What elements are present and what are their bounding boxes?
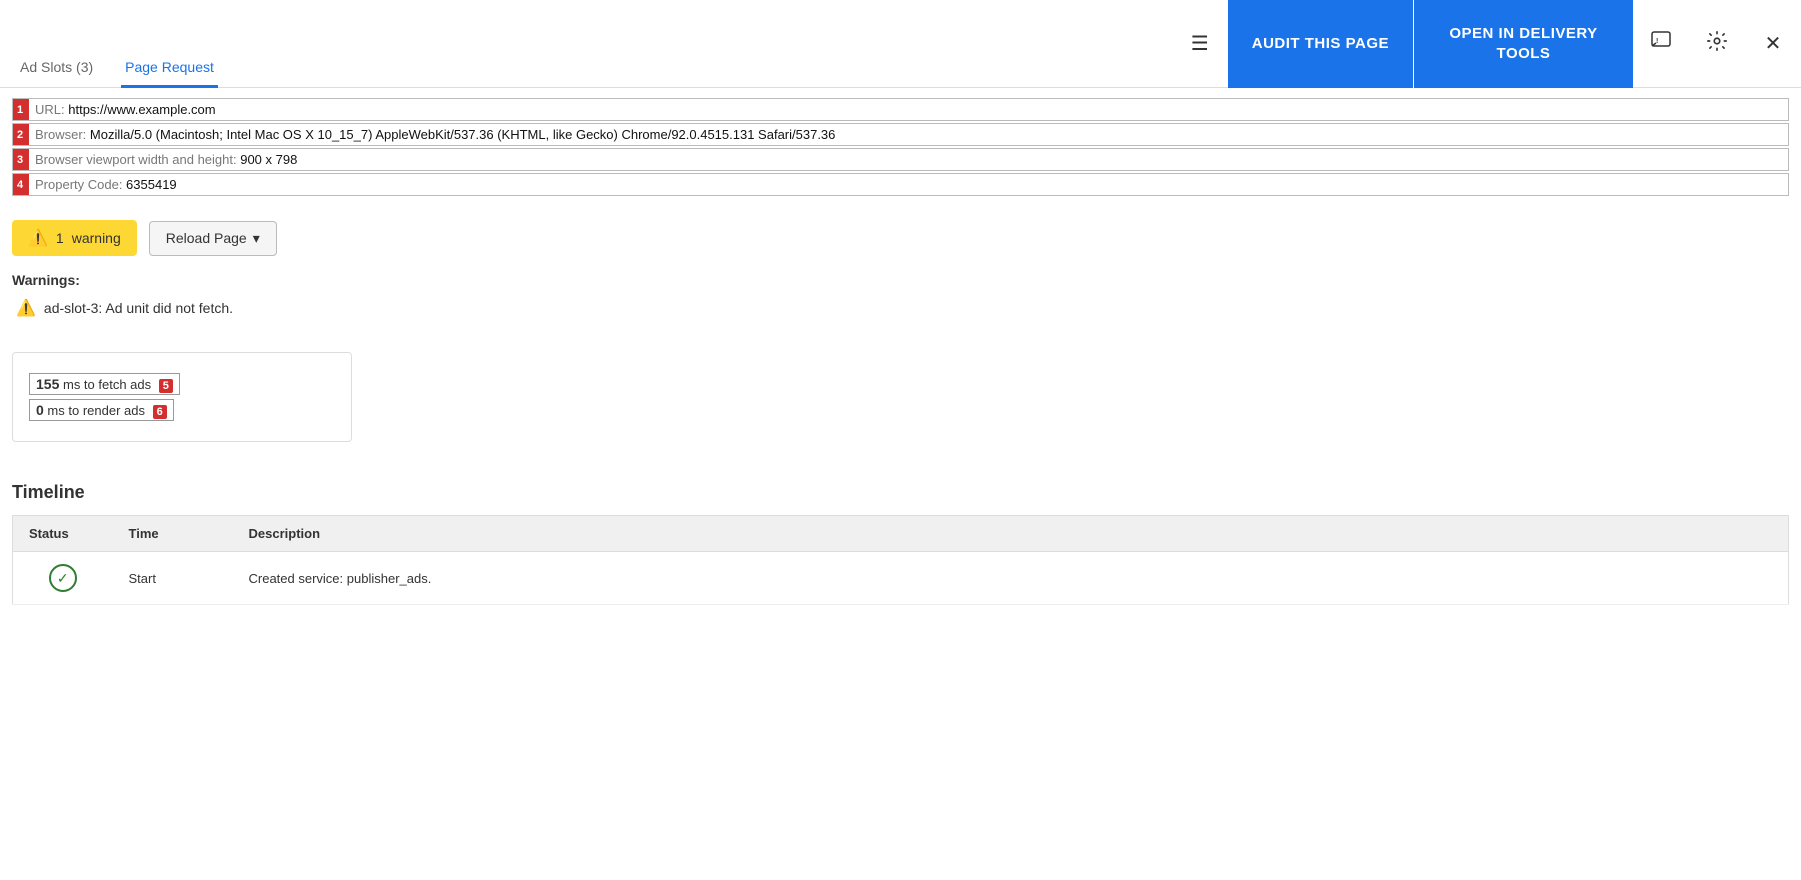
timeline-header-row: Status Time Description: [13, 516, 1789, 552]
warning-badge-icon: ⚠️: [28, 228, 48, 248]
tab-ad-slots[interactable]: Ad Slots (3): [16, 49, 97, 88]
status-bar: ⚠️ 1 warning Reload Page ▾: [12, 220, 1789, 256]
close-button[interactable]: ✕: [1745, 0, 1801, 88]
stat-fetch-label: ms to fetch ads: [63, 377, 151, 392]
success-check-icon: ✓: [49, 564, 77, 592]
warning-item-text: ad-slot-3: Ad unit did not fetch.: [44, 300, 233, 316]
row-number-1: 1: [13, 99, 29, 120]
stats-box: 155 ms to fetch ads 5 0 ms to render ads…: [12, 352, 352, 442]
warning-label: warning: [72, 230, 121, 246]
timeline-title: Timeline: [12, 482, 1789, 503]
settings-button[interactable]: [1689, 0, 1745, 88]
menu-icon-button[interactable]: ☰: [1172, 0, 1228, 88]
info-row-property-code: 4 Property Code: 6355419: [12, 173, 1789, 196]
warning-count: 1: [56, 230, 64, 246]
row-number-3: 3: [13, 149, 29, 170]
row-number-4: 4: [13, 174, 29, 195]
table-row: ✓ Start Created service: publisher_ads.: [13, 552, 1789, 605]
viewport-label: Browser viewport width and height:: [35, 152, 240, 167]
info-row-viewport: 3 Browser viewport width and height: 900…: [12, 148, 1789, 171]
close-icon: ✕: [1765, 31, 1782, 56]
header: Ad Slots (3) Page Request ☰ AUDIT THIS P…: [0, 0, 1801, 88]
hamburger-icon: ☰: [1191, 31, 1209, 56]
tabs-container: Ad Slots (3) Page Request: [0, 0, 234, 87]
svg-text:!: !: [1656, 38, 1658, 45]
warning-badge: ⚠️ 1 warning: [12, 220, 137, 256]
property-code-value: 6355419: [126, 177, 177, 192]
info-row-url: 1 URL: https://www.example.com: [12, 98, 1789, 121]
info-row-browser: 2 Browser: Mozilla/5.0 (Macintosh; Intel…: [12, 123, 1789, 146]
feedback-icon: !: [1650, 30, 1672, 57]
stat-render-inner: 0 ms to render ads 6: [29, 399, 174, 421]
timeline-time-cell: Start: [113, 552, 233, 605]
gear-icon: [1706, 30, 1728, 57]
stat-render-row: 0 ms to render ads 6: [29, 399, 335, 421]
url-label: URL:: [35, 102, 68, 117]
warning-item-icon: ⚠️: [16, 298, 36, 318]
browser-label: Browser:: [35, 127, 90, 142]
content-area: 1 URL: https://www.example.com 2 Browser…: [0, 88, 1801, 613]
warnings-title: Warnings:: [12, 272, 1789, 288]
property-code-label: Property Code:: [35, 177, 126, 192]
col-header-status: Status: [13, 516, 113, 552]
reload-dropdown-icon: ▾: [253, 230, 260, 247]
open-in-delivery-tools-button[interactable]: OPEN IN DELIVERY TOOLS: [1413, 0, 1633, 88]
reload-page-button[interactable]: Reload Page ▾: [149, 221, 277, 256]
stat-render-label: ms to render ads: [47, 403, 145, 418]
reload-page-label: Reload Page: [166, 230, 247, 246]
stat-fetch-ms: 155: [36, 376, 59, 392]
info-rows: 1 URL: https://www.example.com 2 Browser…: [12, 98, 1789, 196]
timeline-description-cell: Created service: publisher_ads.: [233, 552, 1789, 605]
stat-fetch-badge: 5: [159, 379, 173, 393]
row-number-2: 2: [13, 124, 29, 145]
browser-value: Mozilla/5.0 (Macintosh; Intel Mac OS X 1…: [90, 127, 836, 142]
tab-page-request[interactable]: Page Request: [121, 49, 218, 88]
col-header-time: Time: [113, 516, 233, 552]
timeline-table: Status Time Description ✓ Start Created …: [12, 515, 1789, 605]
stat-fetch-inner: 155 ms to fetch ads 5: [29, 373, 180, 395]
timeline-tbody: ✓ Start Created service: publisher_ads.: [13, 552, 1789, 605]
header-actions: ☰ AUDIT THIS PAGE OPEN IN DELIVERY TOOLS…: [1172, 0, 1801, 87]
stat-render-badge: 6: [153, 405, 167, 419]
url-value: https://www.example.com: [68, 102, 215, 117]
warning-item-0: ⚠️ ad-slot-3: Ad unit did not fetch.: [12, 296, 1789, 320]
viewport-value: 900 x 798: [240, 152, 297, 167]
feedback-button[interactable]: !: [1633, 0, 1689, 88]
warnings-section: Warnings: ⚠️ ad-slot-3: Ad unit did not …: [12, 272, 1789, 320]
timeline-status-cell: ✓: [13, 552, 113, 605]
header-spacer: [234, 0, 1172, 87]
stat-fetch-row: 155 ms to fetch ads 5: [29, 373, 335, 395]
stat-render-ms: 0: [36, 402, 44, 418]
timeline-thead: Status Time Description: [13, 516, 1789, 552]
audit-this-page-button[interactable]: AUDIT THIS PAGE: [1228, 0, 1413, 88]
col-header-description: Description: [233, 516, 1789, 552]
